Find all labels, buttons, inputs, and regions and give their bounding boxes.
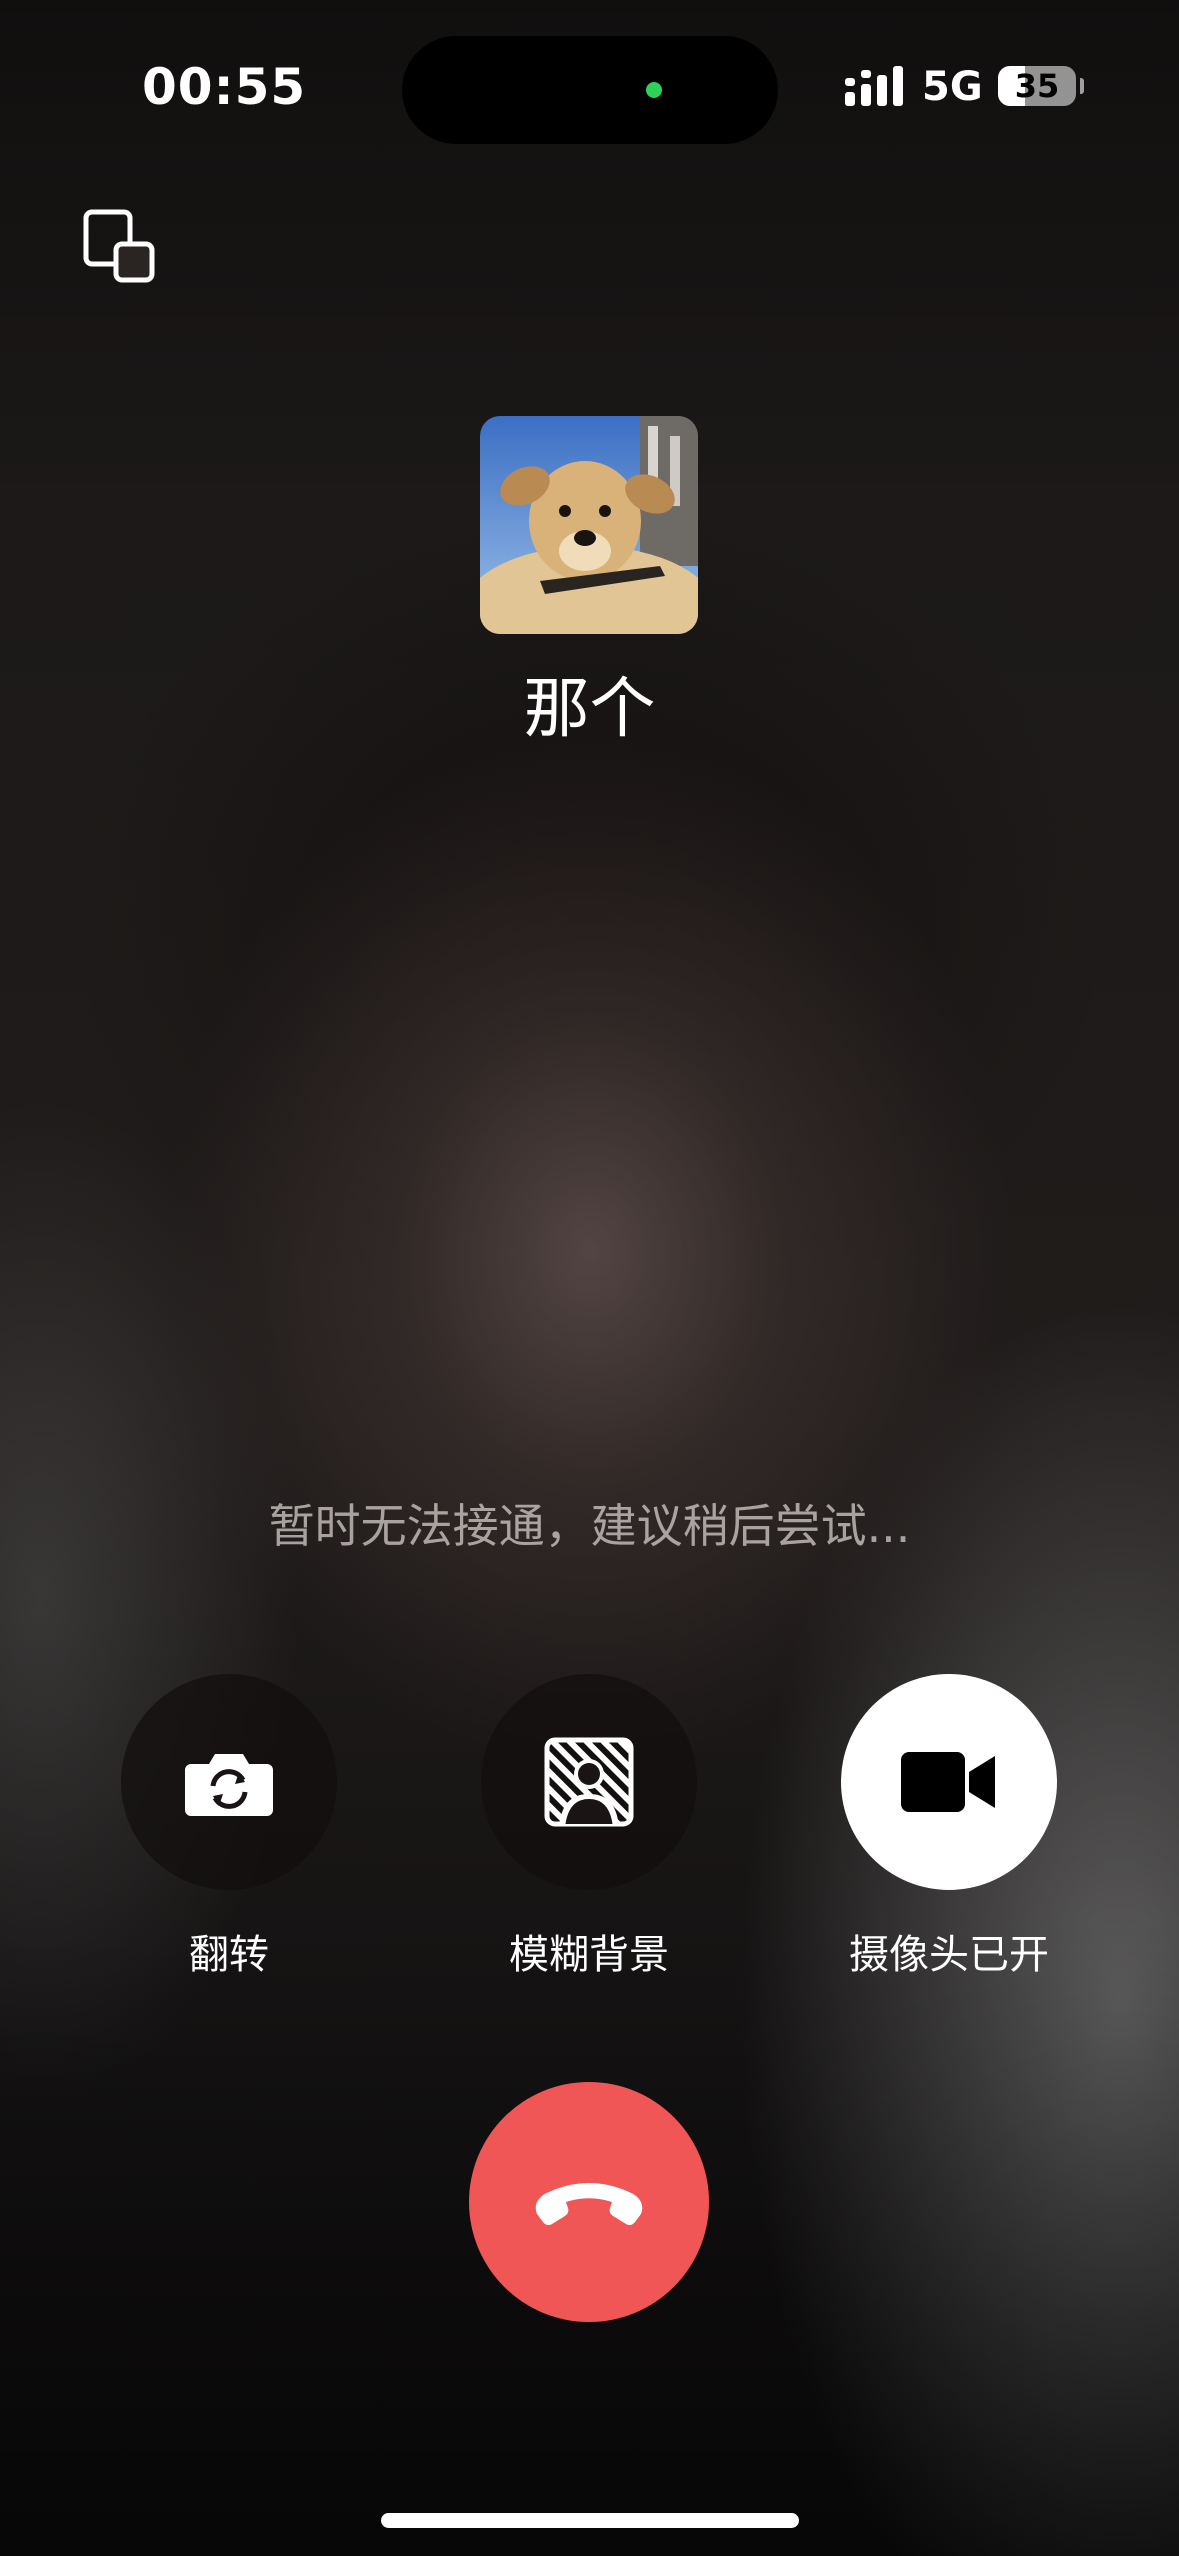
blur-background-label: 模糊背景 <box>509 1932 669 1978</box>
battery-tip <box>1080 78 1084 94</box>
caller-name: 那个 <box>523 670 656 747</box>
video-camera-icon <box>901 1752 995 1812</box>
signal-strength-icon <box>845 66 903 106</box>
flip-camera-icon <box>185 1754 273 1816</box>
call-status-text: 暂时无法接通，建议稍后尝试... <box>268 1499 911 1553</box>
battery-level: 35 <box>1014 67 1060 105</box>
home-indicator[interactable] <box>381 2513 799 2528</box>
minimize-window-icon[interactable] <box>82 208 158 284</box>
camera-toggle-label: 摄像头已开 <box>849 1932 1049 1978</box>
battery-icon: 35 <box>998 66 1076 106</box>
video-call-screen: 00:55 5G 35 那个 暂时无法接通，建议稍后尝试... 翻转 模糊背景 … <box>0 0 1179 2556</box>
caller-avatar <box>480 416 698 634</box>
phone-hangup-icon <box>535 2183 643 2226</box>
blur-background-icon <box>544 1737 634 1827</box>
dynamic-island <box>402 36 778 144</box>
camera-toggle-button[interactable] <box>841 1674 1057 1890</box>
hangup-button[interactable] <box>469 2082 709 2322</box>
status-time: 00:55 <box>142 58 307 116</box>
flip-camera-label: 翻转 <box>189 1932 269 1978</box>
blur-background-button[interactable] <box>481 1674 697 1890</box>
dog-photo-avatar <box>480 416 698 634</box>
flip-camera-button[interactable] <box>121 1674 337 1890</box>
network-type: 5G <box>922 64 983 110</box>
camera-in-use-indicator <box>646 82 662 98</box>
